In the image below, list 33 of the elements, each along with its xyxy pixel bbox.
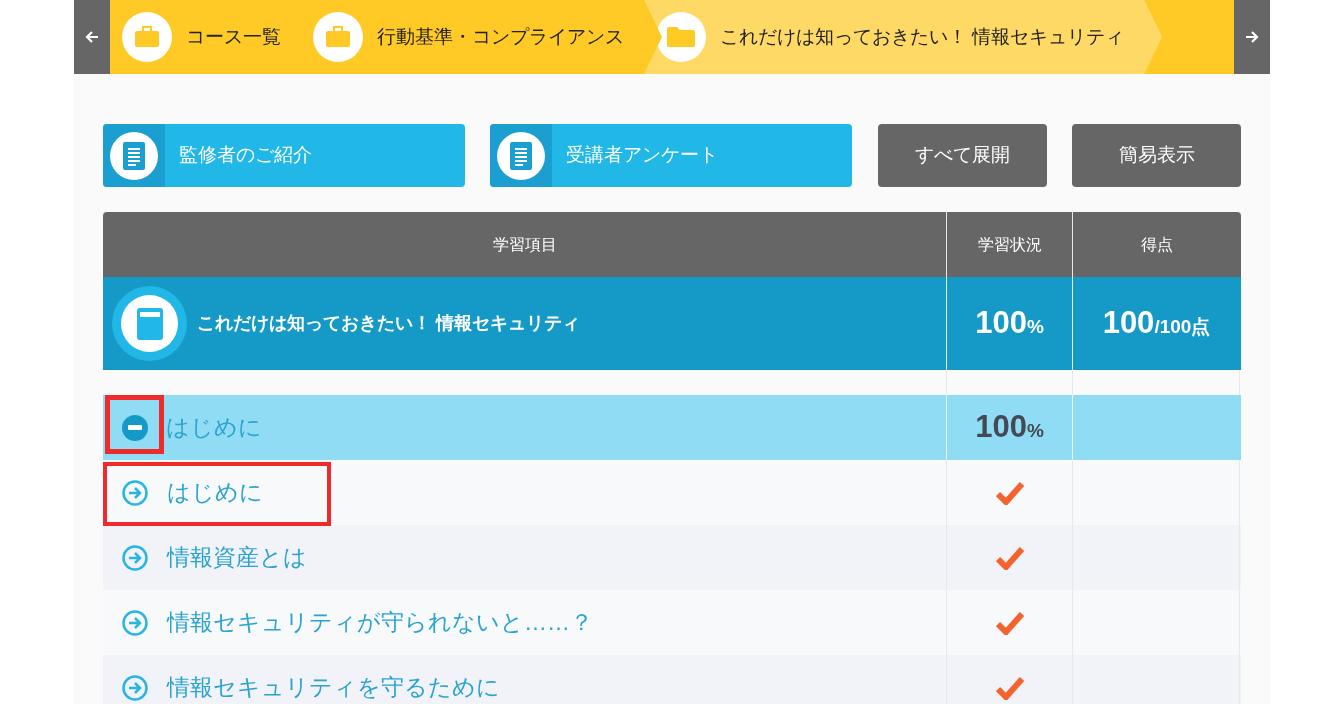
document-icon: [110, 131, 158, 180]
arrow-circle-icon: [122, 479, 148, 506]
arrow-circle-icon: [122, 609, 148, 636]
back-arrow-button[interactable]: [74, 0, 110, 74]
breadcrumb-item[interactable]: これだけは知っておきたい！ 情報セキュリティ: [644, 0, 1163, 74]
progress-value: 100: [975, 304, 1027, 343]
document-icon: [497, 131, 545, 180]
lesson-link[interactable]: 情報セキュリティが守られないと……？: [167, 605, 593, 640]
briefcase-icon: [313, 12, 363, 62]
progress-unit: %: [1026, 420, 1044, 444]
folder-icon: [656, 12, 706, 62]
document-link-button[interactable]: 受講者アンケート: [490, 124, 852, 187]
collapse-toggle[interactable]: [122, 414, 148, 441]
right-arrow-icon: [1245, 30, 1259, 44]
toolbar-button[interactable]: 簡易表示: [1072, 124, 1241, 187]
score-value: 100: [1102, 304, 1155, 343]
progress-value: 100: [975, 408, 1027, 447]
breadcrumb-item[interactable]: 行動基準・コンプライアンス: [301, 0, 644, 74]
document-link-button[interactable]: 監修者のご紹介: [103, 124, 465, 187]
breadcrumb-item[interactable]: コース一覧: [110, 0, 301, 74]
toolbar-button[interactable]: すべて展開: [878, 124, 1047, 187]
progress-unit: %: [1026, 316, 1044, 340]
arrow-circle-icon: [122, 544, 148, 571]
lesson-link[interactable]: 情報資産とは: [167, 540, 307, 575]
score-total: /100点: [1154, 316, 1211, 340]
briefcase-icon: [122, 12, 172, 62]
column-header: 学習項目: [491, 234, 558, 255]
course-title: これだけは知っておきたい！ 情報セキュリティ: [197, 312, 580, 335]
forward-arrow-button[interactable]: [1234, 0, 1270, 74]
arrow-circle-icon: [122, 674, 148, 701]
lesson-link[interactable]: はじめに: [167, 475, 263, 510]
section-title: はじめに: [166, 413, 262, 443]
left-arrow-icon: [85, 30, 99, 44]
